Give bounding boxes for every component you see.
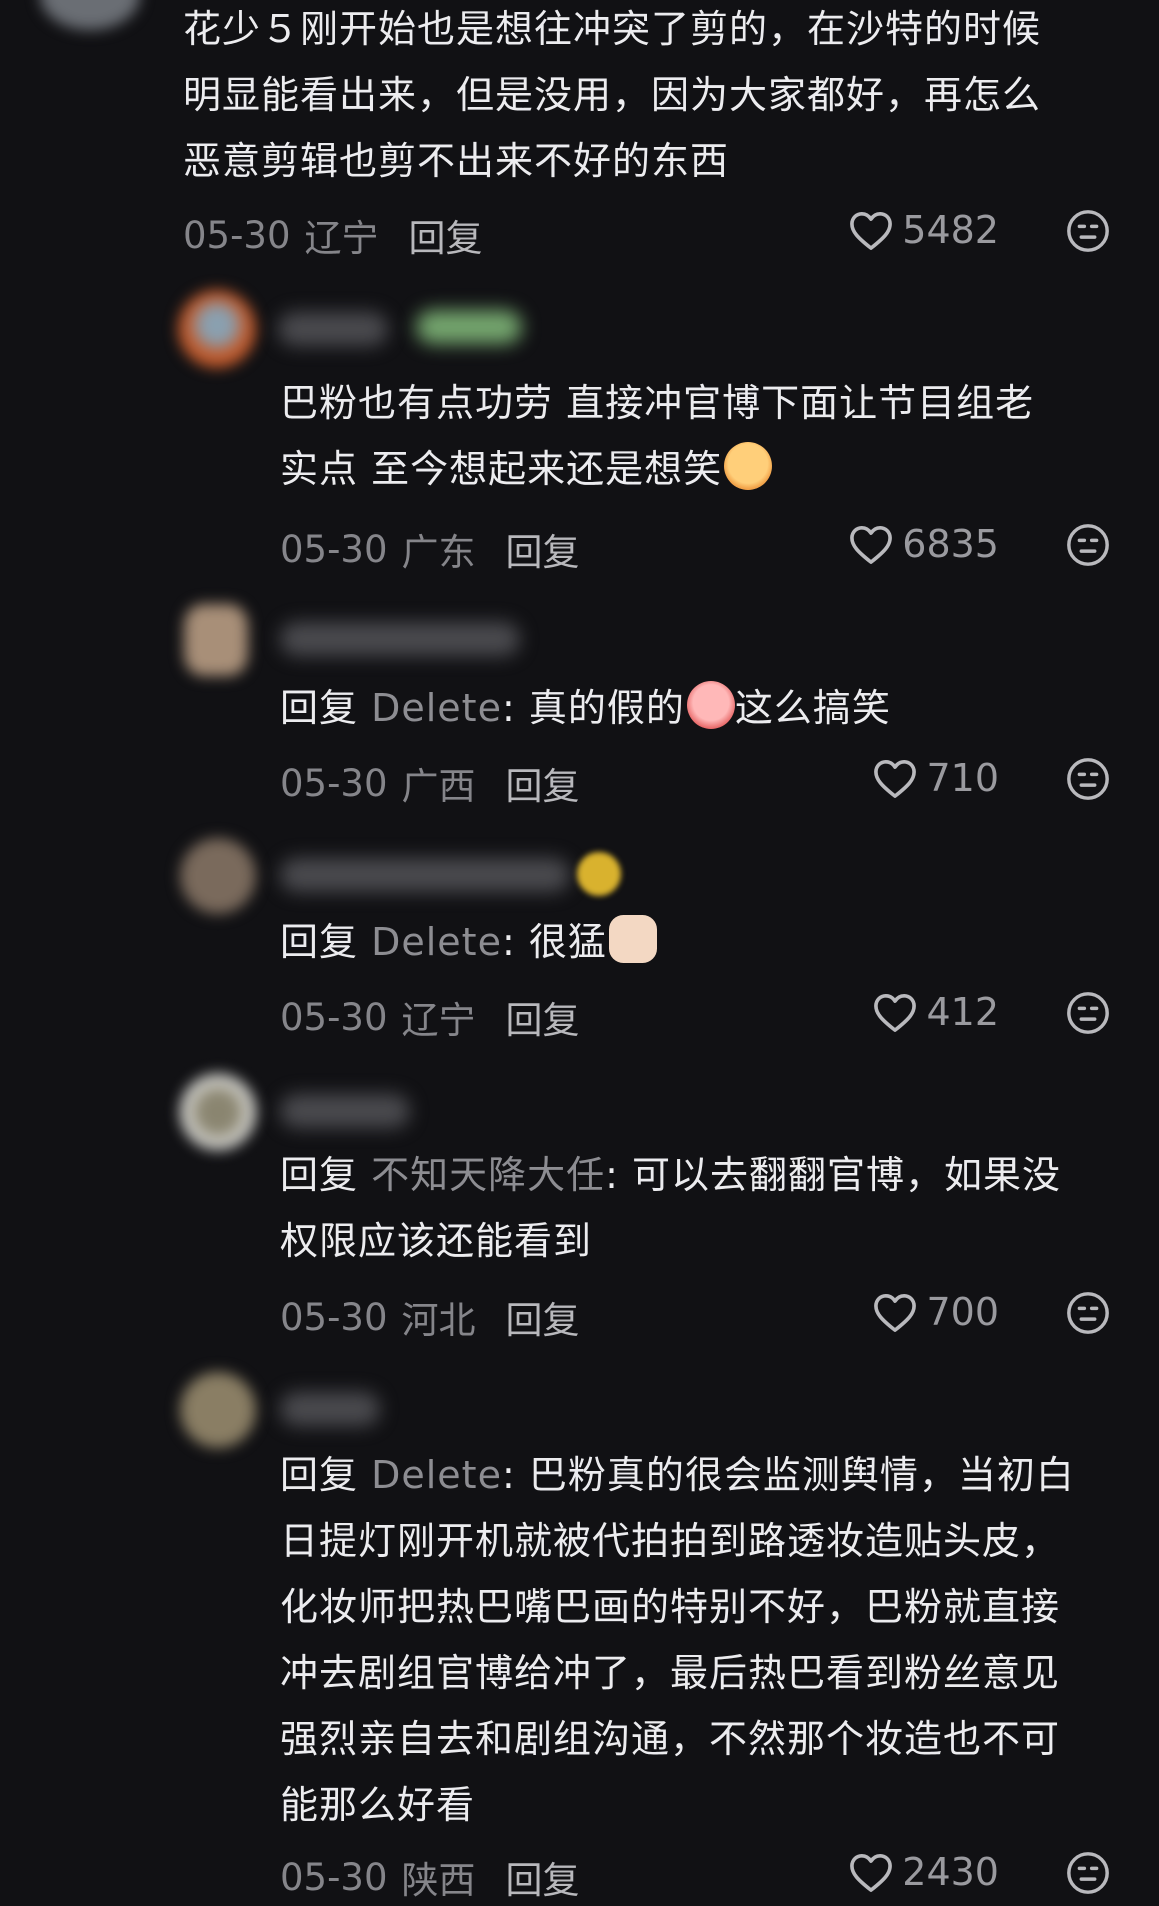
- like-button[interactable]: 700: [872, 1290, 999, 1334]
- like-button[interactable]: 5482: [848, 208, 999, 252]
- heart-outline-icon: [850, 525, 893, 564]
- avatar[interactable]: [40, 0, 140, 30]
- comment-date: 05-30: [183, 213, 291, 257]
- react-button[interactable]: [1065, 990, 1111, 1040]
- crying-laughing-emoji: [686, 681, 735, 729]
- like-count: 710: [926, 756, 999, 800]
- comment-date: 05-30: [280, 1295, 388, 1339]
- comment-location: 河北: [401, 1299, 476, 1342]
- heart-outline-icon: [850, 211, 893, 250]
- reply-button[interactable]: 回复: [506, 522, 580, 576]
- like-button[interactable]: 2430: [848, 1850, 999, 1894]
- comment-location: 辽宁: [304, 217, 379, 260]
- comment-location: 广西: [401, 765, 476, 808]
- reply-button[interactable]: 回复: [506, 1850, 580, 1904]
- comment-location: 陕西: [401, 1859, 476, 1902]
- heart-outline-icon: [874, 993, 917, 1032]
- avatar[interactable]: [180, 838, 256, 914]
- comment-meta: 05-30 辽宁 回复: [280, 990, 580, 1044]
- react-button[interactable]: [1065, 1850, 1111, 1900]
- mention-link[interactable]: Delete: [371, 1453, 502, 1497]
- neutral-face-icon: [1067, 524, 1109, 566]
- comment-meta: 05-30 河北 回复: [280, 1290, 580, 1344]
- like-button[interactable]: 6835: [848, 522, 999, 566]
- comment-date: 05-30: [280, 1855, 388, 1899]
- mention-link[interactable]: Delete: [371, 920, 502, 964]
- comment-text: 花少５刚开始也是想往冲突了剪的，在沙特的时候 明显能看出来，但是没用，因为大家都…: [183, 7, 1042, 183]
- reply-button[interactable]: 回复: [506, 756, 580, 810]
- like-count: 2430: [902, 1850, 999, 1894]
- neutral-face-icon: [1067, 758, 1109, 800]
- reply-button[interactable]: 回复: [506, 1290, 580, 1344]
- react-button[interactable]: [1065, 208, 1111, 258]
- comment-text: 回复 不知天降大任: 可以去翻翻官博，如果没 权限应该还能看到: [280, 1153, 1062, 1263]
- like-count: 412: [926, 990, 999, 1034]
- like-button[interactable]: 710: [872, 756, 999, 800]
- heart-outline-icon: [850, 1853, 893, 1892]
- comment-text: 巴粉也有点功劳 直接冲官博下面让节目组老 实点 至今想起来还是想笑: [280, 381, 1035, 491]
- comment-meta: 05-30 陕西 回复: [280, 1850, 580, 1904]
- banana-emoji: [577, 852, 621, 896]
- badge-blurred: [416, 310, 522, 344]
- comment-date: 05-30: [280, 761, 388, 805]
- comment-meta: 05-30 广西 回复: [280, 756, 580, 810]
- mention-link[interactable]: Delete: [371, 686, 502, 730]
- heart-outline-icon: [874, 1293, 917, 1332]
- neutral-face-icon: [1067, 210, 1109, 252]
- neutral-face-icon: [1067, 1292, 1109, 1334]
- like-count: 700: [926, 1290, 999, 1334]
- comment-location: 辽宁: [401, 999, 476, 1042]
- neutral-face-icon: [1067, 1852, 1109, 1894]
- avatar[interactable]: [178, 290, 256, 368]
- laughing-crying-emoji: [724, 442, 773, 490]
- comment-location: 广东: [401, 531, 476, 574]
- comment-date: 05-30: [280, 995, 388, 1039]
- like-button[interactable]: 412: [872, 990, 999, 1034]
- like-count: 5482: [902, 208, 999, 252]
- comment-date: 05-30: [280, 527, 388, 571]
- neutral-face-icon: [1067, 992, 1109, 1034]
- avatar[interactable]: [180, 1372, 256, 1448]
- react-button[interactable]: [1065, 1290, 1111, 1340]
- thumbs-up-emoji: [608, 915, 657, 963]
- reply-button[interactable]: 回复: [506, 990, 580, 1044]
- comment-text: 回复 Delete: 很猛: [280, 909, 1120, 975]
- like-count: 6835: [902, 522, 999, 566]
- avatar[interactable]: [184, 604, 248, 676]
- comment-text: 回复 Delete: 巴粉真的很会监测舆情，当初白 日提灯刚开机就被代拍拍到路透…: [280, 1453, 1075, 1827]
- username-blurred[interactable]: [280, 1094, 410, 1128]
- react-button[interactable]: [1065, 756, 1111, 806]
- mention-link[interactable]: 不知天降大任: [371, 1153, 605, 1197]
- username-blurred[interactable]: [280, 1392, 380, 1426]
- react-button[interactable]: [1065, 522, 1111, 572]
- username-blurred[interactable]: [280, 622, 520, 656]
- avatar[interactable]: [180, 1074, 256, 1150]
- comment-text: 回复 Delete: 真的假的 这么搞笑: [280, 675, 1120, 741]
- heart-outline-icon: [874, 759, 917, 798]
- comment-meta: 05-30 广东 回复: [280, 522, 580, 576]
- comment-meta: 05-30 辽宁 回复: [183, 208, 483, 262]
- username-blurred[interactable]: [280, 858, 570, 892]
- username-blurred[interactable]: [278, 312, 388, 346]
- reply-button[interactable]: 回复: [409, 208, 483, 262]
